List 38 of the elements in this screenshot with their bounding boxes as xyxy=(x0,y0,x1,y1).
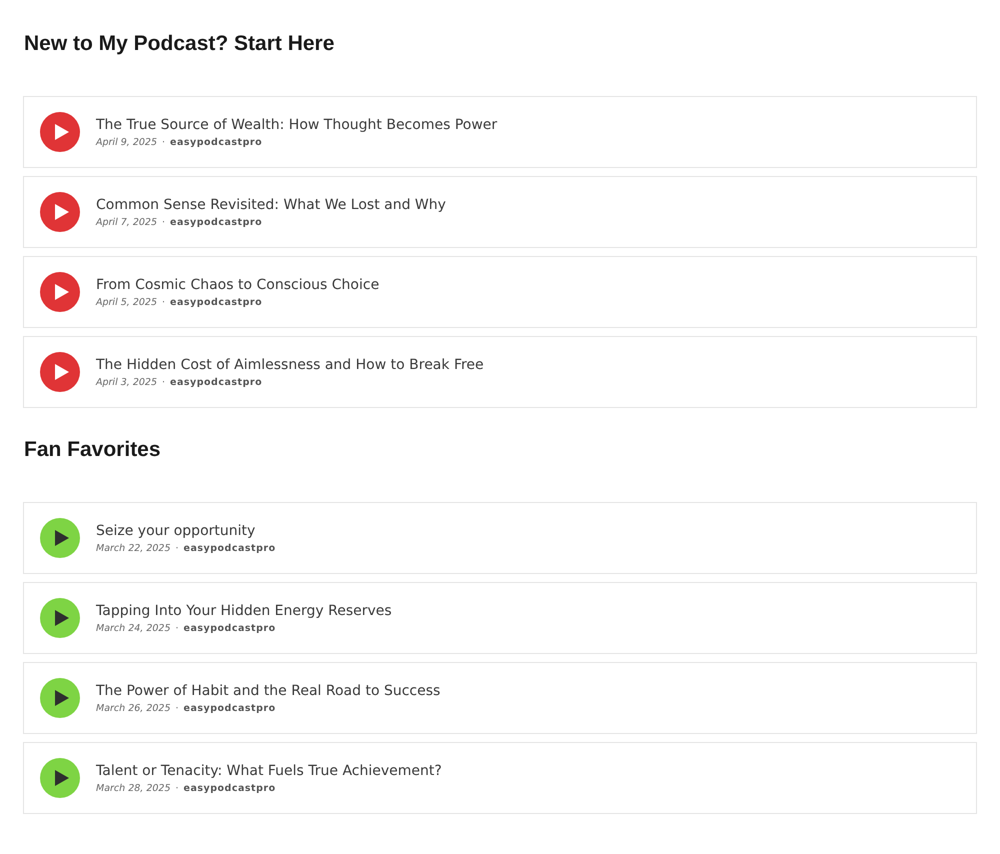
separator-dot: · xyxy=(176,622,179,634)
episode-author: easypodcastpro xyxy=(184,622,276,634)
episode-title[interactable]: Seize your opportunity xyxy=(96,522,276,538)
episode-title[interactable]: The True Source of Wealth: How Thought Becomes Power xyxy=(96,116,498,132)
episode-title[interactable]: From Cosmic Chaos to Conscious Choice xyxy=(96,276,380,292)
play-button[interactable] xyxy=(40,518,80,558)
episode-author: easypodcastpro xyxy=(170,376,262,388)
separator-dot: · xyxy=(162,376,166,388)
separator-dot: · xyxy=(176,702,179,714)
episode-author: easypodcastpro xyxy=(184,702,276,714)
play-button[interactable] xyxy=(40,598,80,638)
play-button[interactable] xyxy=(40,678,80,718)
separator-dot: · xyxy=(162,296,166,308)
separator-dot: · xyxy=(176,542,179,554)
episode-author: easypodcastpro xyxy=(184,542,276,554)
episode-date: April 9, 2025 xyxy=(96,136,157,148)
episode-date: March 28, 2025 xyxy=(96,782,170,794)
episode-title[interactable]: The Hidden Cost of Aimlessness and How to Break Free xyxy=(96,356,484,372)
episode-date: April 5, 2025 xyxy=(96,296,157,308)
episode-title[interactable]: The Power of Habit and the Real Road to Success xyxy=(96,682,440,698)
episode-author: easypodcastpro xyxy=(170,216,262,228)
episode-author: easypodcastpro xyxy=(184,782,276,794)
episode-date: April 7, 2025 xyxy=(96,216,157,228)
episode-date: March 26, 2025 xyxy=(96,702,170,714)
separator-dot: · xyxy=(162,216,166,228)
episode-date: April 3, 2025 xyxy=(96,376,157,388)
episode-author: easypodcastpro xyxy=(170,296,262,308)
section-heading: Fan Favorites xyxy=(24,438,162,462)
separator-dot: · xyxy=(176,782,179,794)
separator-dot: · xyxy=(162,136,166,148)
episode-title[interactable]: Tapping Into Your Hidden Energy Reserves xyxy=(96,602,392,618)
episode-title[interactable]: Common Sense Revisited: What We Lost and Why xyxy=(96,196,446,212)
episode-title[interactable]: Talent or Tenacity: What Fuels True Achievement? xyxy=(96,762,442,778)
episode-author: easypodcastpro xyxy=(170,136,262,148)
section-heading: New to My Podcast? Start Here xyxy=(24,32,336,56)
episode-date: March 22, 2025 xyxy=(96,542,170,554)
play-button[interactable] xyxy=(40,758,80,798)
episode-date: March 24, 2025 xyxy=(96,622,170,634)
